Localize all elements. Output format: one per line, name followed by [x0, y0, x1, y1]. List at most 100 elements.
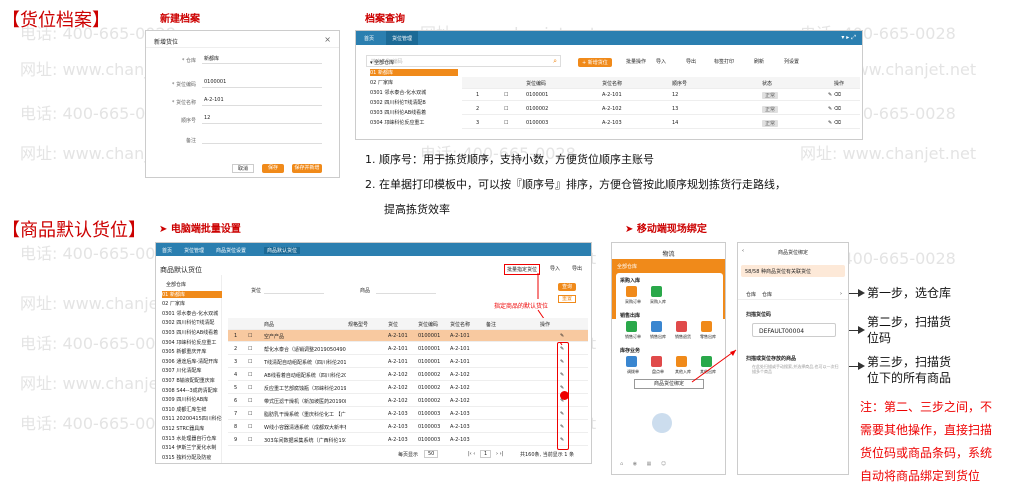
tree-item[interactable]: 0301 邻水泰合-化水双城 — [370, 89, 458, 96]
row-checkbox[interactable]: ☐ — [248, 385, 252, 391]
location-code-field[interactable]: DEFAULT00004 — [752, 323, 836, 337]
pc-tree-item[interactable]: 0307 B输液配配重庆库 — [162, 377, 222, 384]
toolbar-4-button[interactable]: 标签打印 — [714, 58, 734, 65]
menu-item-icon[interactable] — [676, 356, 687, 367]
tree-item[interactable]: 0303 四川科伦AB线看着 — [370, 109, 458, 116]
pc-tab[interactable]: 商品默认货位 — [264, 247, 301, 254]
pc-tree-item[interactable]: 0305 新都重庆开库 — [162, 348, 222, 355]
tree-item[interactable]: 02 厂家库 — [370, 79, 458, 86]
menu-item-label[interactable]: 盘点单 — [647, 369, 669, 375]
batch-assign-button[interactable]: 批量指定货位 — [504, 264, 541, 275]
row-checkbox[interactable]: ☐ — [248, 411, 252, 417]
row-checkbox[interactable]: ☐ — [504, 92, 508, 98]
menu-item-icon[interactable] — [626, 286, 637, 297]
toolbar-6-button[interactable]: 列设置 — [784, 58, 799, 65]
tree-item[interactable]: 0302 四川科伦T线清配B — [370, 99, 458, 106]
row-checkbox[interactable]: ☐ — [248, 372, 252, 378]
toolbar-0-button[interactable]: + 新增货位 — [578, 58, 612, 67]
pc-tree-item[interactable]: 0308 S44--3成药清配库 — [162, 387, 222, 394]
field-input[interactable]: 12 — [202, 115, 322, 124]
edit-highlight-icon[interactable] — [560, 391, 569, 400]
row-checkbox[interactable]: ☐ — [248, 424, 252, 430]
menu-item-label[interactable]: 采购订单 — [622, 299, 644, 305]
pc-table-row[interactable]: 3 ☐ T线清配自动组配系统（四川科伦2019050327） A-2-101 01000… — [228, 356, 588, 368]
toolbar-2-button[interactable]: 导入 — [656, 58, 666, 65]
edit-delete-icons[interactable]: ✎ ⌫ — [828, 106, 841, 112]
edit-icon[interactable]: ✎ — [560, 333, 564, 339]
pc-table-row[interactable]: 1 ☐ 空产产品 A-2-101 0100001 A-2-101 ✎ — [228, 330, 588, 342]
row-checkbox[interactable]: ☐ — [248, 359, 252, 365]
tree-item[interactable]: ▾ 全部仓库 — [370, 59, 458, 66]
row-checkbox[interactable]: ☐ — [248, 437, 252, 443]
pc-tree-item[interactable]: 0310 成都汇库生鲜 — [162, 406, 222, 413]
pc-table-row[interactable]: 8 ☐ W线小容器清通系统（成都双大新丰有限公司2019...） A-2-103 010… — [228, 421, 588, 433]
tree-item[interactable]: 01 新都库 — [370, 69, 458, 76]
menu-item-label[interactable]: 销售出库 — [647, 334, 669, 340]
menu-item-label[interactable]: 销售订单 — [622, 334, 644, 340]
row-checkbox[interactable]: ☐ — [248, 333, 252, 339]
pc-tree-item[interactable]: 0301 邻水泰合-化水双城 — [162, 310, 222, 317]
pc-tab[interactable]: 货位管理 — [184, 247, 204, 254]
table-row[interactable]: 1 ☐ 0100001 A-2-101 12 正常 ✎ ⌫ — [462, 89, 860, 101]
pc-table-row[interactable]: 6 ☐ 带式压滤干燥机（新加坡医药2019082201） A-2-102 0100002… — [228, 395, 588, 407]
row-checkbox[interactable]: ☐ — [504, 106, 508, 112]
cancel-button[interactable]: 取消 — [232, 164, 254, 173]
menu-item-icon[interactable] — [676, 321, 687, 332]
close-icon[interactable]: × — [324, 35, 331, 44]
field-input[interactable]: 新都库 — [202, 55, 322, 64]
row-checkbox[interactable]: ☐ — [504, 120, 508, 126]
pc-tree-item[interactable]: 0315 独料分配及防疫 — [162, 454, 222, 461]
menu-item-icon[interactable] — [626, 356, 637, 367]
pc-tree-item[interactable]: 全部仓库 — [166, 281, 226, 288]
menu-item-icon[interactable] — [626, 321, 637, 332]
save-button[interactable]: 保存 — [262, 164, 284, 173]
store-select-row[interactable]: 仓库 仓库 › — [738, 288, 848, 300]
pc-tree-item[interactable]: 0302 四川科伦T线清配 — [162, 319, 222, 326]
pc-tree-item[interactable]: 0309 四川科伦AB库 — [162, 396, 222, 403]
menu-item-label[interactable]: 销售退货 — [672, 334, 694, 340]
menu-item-icon[interactable] — [651, 321, 662, 332]
pc-tree-item[interactable]: 0307 川化清配库 — [162, 367, 222, 374]
toolbar-1-button[interactable]: 批量操作 — [626, 58, 646, 65]
menu-item-icon[interactable] — [651, 356, 662, 367]
mobile-store-select[interactable]: 全部仓库 — [617, 263, 637, 270]
toolbar-5-button[interactable]: 刷新 — [754, 58, 764, 65]
row-checkbox[interactable]: ☐ — [248, 346, 252, 352]
save-new-button[interactable]: 保存并新增 — [292, 164, 322, 173]
pager-next[interactable]: › ›| — [496, 451, 503, 457]
page-number[interactable]: 1 — [480, 450, 492, 458]
field-input[interactable] — [202, 135, 322, 144]
field-input[interactable]: 0100001 — [202, 79, 322, 88]
pager-prev[interactable]: |‹ ‹ — [468, 451, 475, 457]
menu-item-icon[interactable] — [701, 321, 712, 332]
pc-tab[interactable]: 首页 — [162, 247, 172, 254]
search-icon[interactable]: ⌕ — [553, 57, 557, 66]
pc-table-row[interactable]: 7 ☐ 脂肪乳干燥系统（重庆科伦化工 【广西启能】） A-2-103 0100003 A-… — [228, 408, 588, 420]
tree-item[interactable]: 0304 邛崃科伦反应重工 — [370, 119, 458, 126]
pc-tree-item[interactable]: 0313 水处理器自行仓库 — [162, 435, 222, 442]
pc-tree-item[interactable]: 0303 四川科伦AB线看着 — [162, 329, 222, 336]
pc-tree-item[interactable]: 0304 邛崃科伦反应重工 — [162, 339, 222, 346]
row-checkbox[interactable]: ☐ — [248, 398, 252, 404]
table-row[interactable]: 2 ☐ 0100002 A-2-102 13 正常 ✎ ⌫ — [462, 103, 860, 115]
edit-delete-icons[interactable]: ✎ ⌫ — [828, 120, 841, 126]
tab-home[interactable]: 首页 — [364, 35, 374, 42]
toolbar-3-button[interactable]: 导出 — [686, 58, 696, 65]
pc-tree-item[interactable]: 0312 STRC器具库 — [162, 425, 222, 432]
filter-location-input[interactable] — [264, 285, 324, 294]
pc-table-row[interactable]: 4 ☐ AB线看着自动组配系统（四川科伦2019070319） A-2-102 0100… — [228, 369, 588, 381]
pc-tree-item[interactable]: 02 厂家库 — [162, 300, 222, 307]
field-input[interactable]: A-2-101 — [202, 97, 322, 106]
filter-goods-input[interactable] — [376, 285, 436, 294]
menu-item-icon[interactable] — [651, 286, 662, 297]
tab-location-manage[interactable]: 货位管理 — [386, 31, 419, 45]
pc-tab[interactable]: 商品货位设置 — [216, 247, 246, 254]
menu-item-label[interactable]: 零售出库 — [697, 334, 719, 340]
pc-table-row[interactable]: 9 ☐ 303车间数据采集系统（广西科伦19118） A-2-103 0100003 A-… — [228, 434, 588, 446]
per-page-select[interactable]: 50 — [424, 450, 439, 458]
mobile-bottom-nav[interactable]: ⌂ ◉ ▦ ☺ — [620, 461, 666, 467]
pc-tree-item[interactable]: 0314 伊斯兰宁夏化水制 — [162, 444, 222, 451]
pc-table-row[interactable]: 5 ☐ 反应重工艺部腐蚀瓶（邛崃科伦2019082701） A-2-102 010000… — [228, 382, 588, 394]
menu-item-label[interactable]: 调拨单 — [622, 369, 644, 375]
table-row[interactable]: 3 ☐ 0100003 A-2-103 14 正常 ✎ ⌫ — [462, 117, 860, 129]
